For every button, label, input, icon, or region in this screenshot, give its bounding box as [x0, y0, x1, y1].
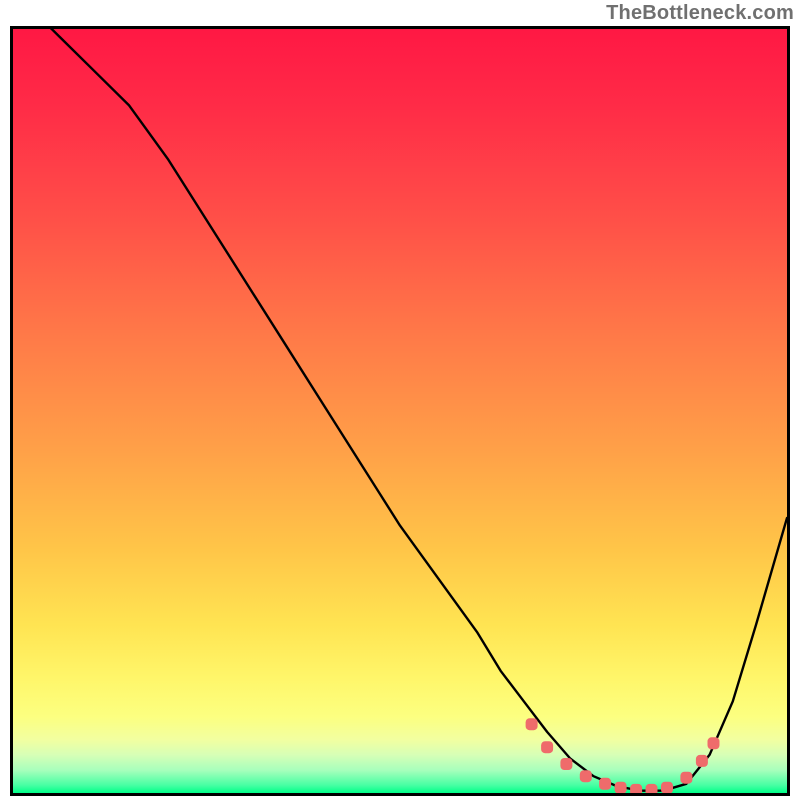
- highlight-markers: [526, 718, 720, 793]
- highlight-marker: [696, 755, 708, 767]
- curve-layer: [13, 29, 787, 793]
- highlight-marker: [580, 770, 592, 782]
- bottleneck-curve: [13, 29, 787, 791]
- plot-frame: [10, 26, 790, 796]
- highlight-marker: [630, 784, 642, 793]
- highlight-marker: [646, 784, 658, 793]
- highlight-marker: [708, 737, 720, 749]
- chart-container: TheBottleneck.com: [0, 0, 800, 800]
- highlight-marker: [680, 772, 692, 784]
- highlight-marker: [541, 741, 553, 753]
- highlight-marker: [560, 758, 572, 770]
- watermark-text: TheBottleneck.com: [606, 2, 794, 25]
- highlight-marker: [599, 778, 611, 790]
- highlight-marker: [661, 782, 673, 793]
- highlight-marker: [615, 782, 627, 793]
- highlight-marker: [526, 718, 538, 730]
